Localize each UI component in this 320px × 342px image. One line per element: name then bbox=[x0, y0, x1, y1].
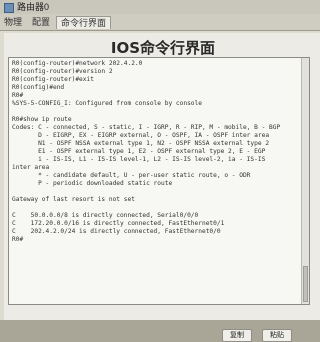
paste-button[interactable]: 粘贴 bbox=[262, 329, 292, 342]
tab-bar: 物理 配置 命令行界面 bbox=[0, 14, 320, 31]
console-scrollbar[interactable] bbox=[301, 58, 309, 304]
console-line: inter area bbox=[12, 164, 50, 171]
console-line: R0(config-router)#network 202.4.2.0 bbox=[12, 60, 143, 67]
copy-button[interactable]: 复制 bbox=[222, 329, 252, 342]
console-line: P - periodic downloaded static route bbox=[12, 180, 173, 187]
console-line: R0# bbox=[12, 92, 24, 99]
console-line: E1 - OSPF external type 1, E2 - OSPF ext… bbox=[12, 148, 266, 155]
title-bar: 路由器0 bbox=[0, 0, 320, 14]
console-line: Gateway of last resort is not set bbox=[12, 196, 135, 203]
console-line: C 50.0.0.0/8 is directly connected, Seri… bbox=[12, 212, 199, 219]
console-line: R0#show ip route bbox=[12, 116, 72, 123]
scrollbar-thumb[interactable] bbox=[303, 266, 308, 302]
router-app-icon bbox=[4, 2, 14, 13]
console-line: R0(config-router)#version 2 bbox=[12, 68, 113, 75]
router-window: 路由器0 物理 配置 命令行界面 IOS命令行界面 R0(config-rout… bbox=[0, 0, 320, 342]
console-line: %SYS-5-CONFIG_I: Configured from console… bbox=[12, 100, 202, 107]
console-line: Codes: C - connected, S - static, I - IG… bbox=[12, 124, 281, 131]
console-line: C 172.20.0.0/16 is directly connected, F… bbox=[12, 220, 225, 227]
console-text[interactable]: R0(config-router)#network 202.4.2.0 R0(c… bbox=[9, 58, 309, 246]
page-title: IOS命令行界面 bbox=[110, 39, 216, 57]
console-line: i - IS-IS, L1 - IS-IS level-1, L2 - IS-I… bbox=[12, 156, 266, 163]
console-line: C 202.4.2.0/24 is directly connected, Fa… bbox=[12, 228, 221, 235]
console-line: * - candidate default, U - per-user stat… bbox=[12, 172, 251, 179]
console-line: R0(config)#end bbox=[12, 84, 65, 91]
tab-cli[interactable]: 命令行界面 bbox=[56, 16, 112, 29]
tab-config[interactable]: 配置 bbox=[28, 16, 54, 29]
window-title: 路由器0 bbox=[17, 2, 50, 12]
console-line: R0(config-router)#exit bbox=[12, 76, 94, 83]
console-line: D - EIGRP, EX - EIGRP external, O - OSPF… bbox=[12, 132, 270, 139]
tab-physical[interactable]: 物理 bbox=[0, 16, 26, 29]
console-output[interactable]: R0(config-router)#network 202.4.2.0 R0(c… bbox=[8, 57, 310, 305]
cli-panel: IOS命令行界面 R0(config-router)#network 202.4… bbox=[4, 33, 320, 342]
console-line: N1 - OSPF NSSA external type 1, N2 - OSP… bbox=[12, 140, 270, 147]
console-line: R0# bbox=[12, 236, 24, 243]
